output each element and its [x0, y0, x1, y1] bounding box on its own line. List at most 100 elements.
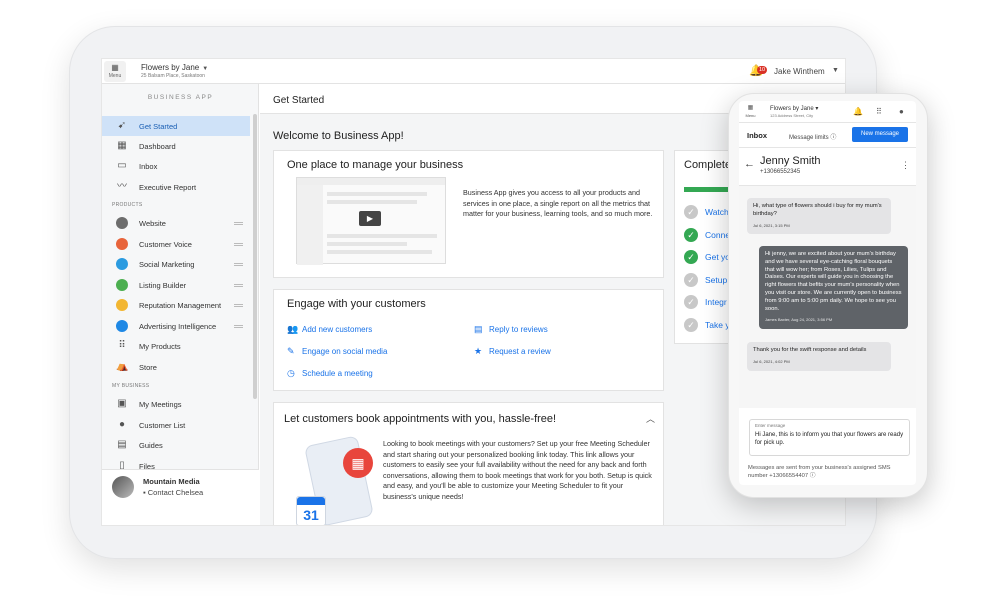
chevron-down-icon[interactable]: ▼	[832, 67, 839, 74]
contact-label: Contact Chelsea	[147, 488, 204, 497]
menu-label: Menu	[108, 73, 122, 79]
link-label: Request a review	[489, 347, 551, 356]
sidebar-item-social-marketing[interactable]: Social Marketing	[102, 254, 250, 274]
chevron-down-icon: ▼	[202, 66, 209, 72]
dashboard-icon: ▦	[117, 140, 127, 151]
chevron-up-icon[interactable]: ︿	[646, 412, 655, 425]
drag-handle-icon[interactable]	[234, 263, 243, 266]
sidebar-item-customer-voice[interactable]: Customer Voice	[102, 234, 250, 254]
link-label: Reply to reviews	[489, 325, 548, 334]
sidebar-item-guides[interactable]: ▤ Guides	[102, 435, 250, 455]
sidebar-item-store[interactable]: ⛺ Store	[102, 357, 250, 377]
notification-badge: 10	[757, 66, 767, 74]
user-menu[interactable]: Jake Winthem	[774, 67, 825, 76]
drag-handle-icon[interactable]	[234, 304, 243, 307]
business-switcher[interactable]: Flowers by Jane ▾	[770, 105, 818, 112]
partner-name: Mountain Media	[143, 477, 200, 486]
message-bubble: Hi, what type of flowers should i buy fo…	[747, 198, 891, 235]
message-bubble: Thank you for the swift response and det…	[747, 342, 891, 371]
rocket-icon: ➹	[117, 120, 127, 131]
menu-icon: ▦	[111, 63, 119, 72]
contact-link[interactable]: ▪ Contact Chelsea	[143, 488, 203, 497]
sidebar-scrollbar[interactable]	[253, 114, 257, 399]
message-text: Thank you for the swift response and det…	[753, 347, 867, 353]
top-bar: ▦ Menu Flowers by Jane ▼ 25 Balsam Place,…	[102, 59, 845, 84]
drag-handle-icon[interactable]	[234, 222, 243, 225]
sidebar-item-my-products[interactable]: ⠿ My Products	[102, 336, 250, 356]
card-title: Complete	[684, 159, 732, 171]
request-review-link[interactable]: ★ Request a review	[474, 346, 551, 357]
video-thumbnail[interactable]: ▶	[296, 177, 446, 265]
sidebar-item-label: Social Marketing	[139, 260, 195, 269]
check-circle-icon: ✓	[684, 295, 698, 309]
sidebar-item-label: Store	[139, 363, 157, 372]
sidebar-item-my-meetings[interactable]: ▣ My Meetings	[102, 394, 250, 414]
bell-icon[interactable]: 🔔	[853, 107, 863, 116]
card-title: Engage with your customers	[287, 298, 426, 310]
message-limits[interactable]: Message limits ⓘ	[789, 132, 836, 141]
menu-button[interactable]: ▦ Menu	[104, 61, 126, 82]
inbox-toolbar: Inbox Message limits ⓘ New message	[739, 123, 916, 148]
sidebar-item-website[interactable]: Website	[102, 213, 250, 233]
customer-voice-icon	[116, 238, 128, 250]
menu-icon: ▦	[747, 105, 754, 111]
menu-button[interactable]: ▦ Menu	[742, 104, 759, 120]
listing-builder-icon	[116, 279, 128, 291]
calendar-day: 31	[303, 507, 319, 523]
sidebar-item-label: Guides	[139, 441, 163, 450]
partner-contact[interactable]: Mountain Media ▪ Contact Chelsea	[102, 469, 259, 525]
apps-grid-icon[interactable]: ⠿	[876, 107, 882, 116]
sidebar-item-get-started[interactable]: ➹ Get Started	[102, 116, 250, 136]
business-name: Flowers by Jane	[141, 63, 200, 72]
more-options-icon[interactable]: ⋮	[901, 160, 910, 171]
drag-handle-icon[interactable]	[234, 325, 243, 328]
advertising-icon	[116, 320, 128, 332]
grid-icon: ⠿	[118, 340, 126, 351]
message-input[interactable]: Enter message Hi Jane, this is to inform…	[749, 419, 910, 456]
basket-icon: ⛺	[116, 361, 129, 372]
welcome-heading: Welcome to Business App!	[273, 130, 404, 142]
add-customers-link[interactable]: 👥 Add new customers	[287, 324, 372, 335]
sidebar-item-customer-list[interactable]: ● Customer List	[102, 415, 250, 435]
account-icon[interactable]: ●	[899, 107, 904, 116]
drag-handle-icon[interactable]	[234, 284, 243, 287]
sidebar-item-inbox[interactable]: ▭ Inbox	[102, 156, 250, 176]
play-icon[interactable]: ▶	[359, 211, 381, 226]
back-arrow-icon[interactable]: ←	[744, 158, 755, 170]
message-time: Jul 6, 2021, 4:02 PM	[753, 358, 790, 364]
pencil-icon: ✎	[287, 346, 295, 356]
clock-icon: ◷	[287, 368, 295, 378]
message-time: James Baxter, Aug 24, 2021, 3:56 PM	[765, 317, 833, 323]
link-label: Add new customers	[302, 325, 373, 334]
add-person-icon: 👥	[287, 324, 299, 334]
sidebar-item-executive-report[interactable]: 〰 Executive Report	[102, 177, 250, 197]
new-message-button[interactable]: New message	[852, 127, 908, 142]
sidebar-item-label: Website	[139, 219, 166, 228]
link-label: Schedule a meeting	[302, 369, 373, 378]
schedule-meeting-link[interactable]: ◷ Schedule a meeting	[287, 368, 373, 379]
sidebar-item-label: My Meetings	[139, 400, 182, 409]
sidebar-item-listing-builder[interactable]: Listing Builder	[102, 275, 250, 295]
sms-footer: Messages are sent from your business's a…	[748, 464, 908, 480]
sidebar-item-reputation-management[interactable]: Reputation Management	[102, 295, 250, 315]
calendar-illustration: 31	[296, 496, 326, 525]
message-input-label: Enter message	[755, 423, 786, 428]
person-icon: ●	[118, 419, 126, 430]
calendar-badge-icon: ▦	[343, 448, 373, 478]
social-media-link[interactable]: ✎ Engage on social media	[287, 346, 387, 357]
calendar-icon: ▣	[117, 398, 127, 409]
sidebar-item-dashboard[interactable]: ▦ Dashboard	[102, 136, 250, 156]
card-body: Looking to book meetings with your custo…	[383, 439, 652, 501]
website-icon	[116, 217, 128, 229]
contact-name: Jenny Smith	[760, 155, 821, 167]
sidebar: BUSINESS APP ➹ Get Started ▦ Dashboard ▭…	[102, 84, 259, 525]
sms-footer-text: Messages are sent from your business's a…	[748, 465, 891, 479]
message-thread[interactable]: Hi, what type of flowers should i buy fo…	[739, 186, 916, 408]
sidebar-item-label: Advertising Intelligence	[139, 322, 217, 331]
sidebar-item-advertising-intelligence[interactable]: Advertising Intelligence	[102, 316, 250, 336]
drag-handle-icon[interactable]	[234, 243, 243, 246]
business-switcher[interactable]: Flowers by Jane ▼	[141, 63, 208, 72]
check-circle-icon: ✓	[684, 228, 698, 242]
check-circle-icon: ✓	[684, 250, 698, 264]
reply-reviews-link[interactable]: ▤ Reply to reviews	[474, 324, 548, 335]
